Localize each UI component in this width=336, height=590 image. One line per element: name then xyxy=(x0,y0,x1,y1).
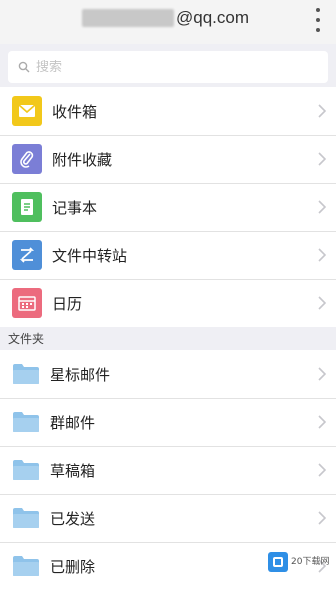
list-item-label: 记事本 xyxy=(52,198,98,217)
more-vertical-icon[interactable] xyxy=(314,8,322,32)
folder-icon xyxy=(13,364,39,384)
chevron-right-icon xyxy=(318,104,326,118)
folder-icon xyxy=(13,556,39,576)
chevron-right-icon xyxy=(318,152,326,166)
list-item-file-transfer[interactable]: 文件中转站 xyxy=(0,231,336,279)
chevron-right-icon xyxy=(318,296,326,310)
search-box[interactable] xyxy=(8,51,328,83)
list-item-inbox[interactable]: 收件箱 xyxy=(0,87,336,135)
search-icon xyxy=(18,61,30,73)
paperclip-icon xyxy=(12,144,42,174)
list-item-notepad[interactable]: 记事本 xyxy=(0,183,336,231)
folder-label: 草稿箱 xyxy=(50,461,96,480)
list-item-label: 附件收藏 xyxy=(52,150,113,169)
folder-group-mail[interactable]: 群邮件 xyxy=(0,398,336,446)
notepad-icon xyxy=(12,192,42,222)
title-bar: @qq.com xyxy=(0,0,336,44)
search-input[interactable] xyxy=(36,59,296,75)
calendar-icon xyxy=(12,288,42,318)
watermark-text: 20下载网 xyxy=(291,557,330,567)
chevron-right-icon xyxy=(318,367,326,381)
list-item-label: 收件箱 xyxy=(52,102,98,121)
chevron-right-icon xyxy=(318,511,326,525)
account-name-redacted xyxy=(82,9,174,27)
main-list: 收件箱 附件收藏 记事本 文件中转站 日历 xyxy=(0,87,336,327)
list-item-attachments[interactable]: 附件收藏 xyxy=(0,135,336,183)
folder-label: 群邮件 xyxy=(50,413,96,432)
chevron-right-icon xyxy=(318,248,326,262)
list-item-label: 文件中转站 xyxy=(52,246,128,265)
folders-section-title: 文件夹 xyxy=(8,332,45,346)
folder-icon xyxy=(13,460,39,480)
folder-icon xyxy=(13,508,39,528)
list-item-calendar[interactable]: 日历 xyxy=(0,279,336,327)
folder-label: 星标邮件 xyxy=(50,365,111,384)
chevron-right-icon xyxy=(318,463,326,477)
chevron-right-icon xyxy=(318,415,326,429)
folder-label: 已发送 xyxy=(50,509,96,528)
folder-sent[interactable]: 已发送 xyxy=(0,494,336,542)
inbox-icon xyxy=(12,96,42,126)
account-domain: @qq.com xyxy=(176,8,250,27)
list-item-label: 日历 xyxy=(52,294,83,313)
folder-icon xyxy=(13,412,39,432)
file-transfer-icon xyxy=(12,240,42,270)
account-name[interactable]: @qq.com xyxy=(82,8,249,28)
watermark-logo: 20下载网 xyxy=(268,548,332,576)
watermark-icon xyxy=(268,552,288,572)
chevron-right-icon xyxy=(318,200,326,214)
folder-drafts[interactable]: 草稿箱 xyxy=(0,446,336,494)
folder-starred[interactable]: 星标邮件 xyxy=(0,350,336,398)
search-bar xyxy=(0,44,336,90)
